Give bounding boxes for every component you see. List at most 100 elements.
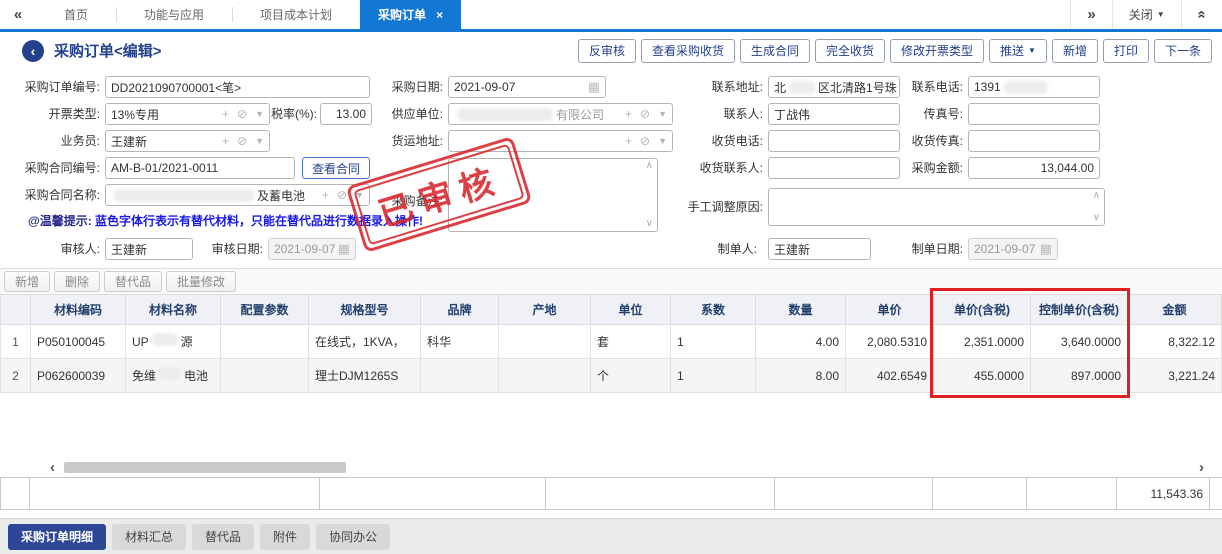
cell-material-name[interactable]: 免维电池 (126, 359, 221, 393)
tab-purchase-order[interactable]: 采购订单 × (360, 0, 461, 29)
cell-control-price-tax[interactable]: 897.0000 (1031, 359, 1128, 393)
expand-right-icon[interactable]: » (1070, 0, 1111, 29)
cell-spec[interactable]: 在线式，1KVA， (309, 325, 421, 359)
add-icon[interactable]: + (625, 134, 632, 148)
cell-unit-price-tax[interactable]: 455.0000 (934, 359, 1031, 393)
full-receipt-button[interactable]: 完全收货 (815, 39, 885, 63)
cell-unit-price-tax[interactable]: 2,351.0000 (934, 325, 1031, 359)
cell-origin[interactable] (499, 325, 591, 359)
receive-fax-field[interactable] (968, 130, 1100, 152)
dropdown-icon[interactable]: ▼ (355, 190, 364, 200)
cell-material-code[interactable]: P050100045 (31, 325, 126, 359)
tab-project-cost-plan[interactable]: 项目成本计划 (232, 0, 360, 29)
cell-quantity[interactable]: 8.00 (756, 359, 846, 393)
clear-icon[interactable]: ⊘ (640, 134, 650, 148)
summary-cell (933, 478, 1027, 509)
table-row[interactable]: 1 P050100045 UP源 在线式，1KVA， 科华 套 1 4.00 2… (1, 325, 1222, 359)
add-button[interactable]: 新增 (1052, 39, 1098, 63)
supplier-combo[interactable]: 有限公司+⊘▼ (448, 103, 673, 125)
close-icon[interactable]: × (436, 8, 443, 22)
remark-textarea[interactable]: ∧∨ (448, 158, 658, 232)
cell-origin[interactable] (499, 359, 591, 393)
spin-up-icon[interactable]: ∧ (646, 161, 653, 171)
maker-field[interactable]: 王建新 (768, 238, 871, 260)
cell-unit[interactable]: 个 (591, 359, 671, 393)
footer-tab-order-detail[interactable]: 采购订单明细 (8, 524, 106, 550)
table-row[interactable]: 2 P062600039 免维电池 理士DJM1265S 个 1 8.00 40… (1, 359, 1222, 393)
cell-quantity[interactable]: 4.00 (756, 325, 846, 359)
dropdown-icon[interactable]: ▼ (255, 136, 264, 146)
cell-material-code[interactable]: P062600039 (31, 359, 126, 393)
calendar-icon[interactable]: ▦ (588, 79, 600, 95)
cell-unit-price[interactable]: 2,080.5310 (846, 325, 934, 359)
clear-icon[interactable]: ⊘ (337, 188, 347, 202)
cell-control-price-tax[interactable]: 3,640.0000 (1031, 325, 1128, 359)
tab-home[interactable]: 首页 (36, 0, 116, 29)
collapse-up-icon[interactable]: « (1181, 0, 1222, 29)
manual-adjust-textarea[interactable]: ∧∨ (768, 188, 1105, 226)
view-purchase-receipt-button[interactable]: 查看采购收货 (641, 39, 735, 63)
order-no-field[interactable]: DD2021090700001<笔> (105, 76, 370, 98)
scrollbar-thumb[interactable] (64, 462, 346, 473)
push-button[interactable]: 推送▼ (989, 39, 1047, 63)
dropdown-icon[interactable]: ▼ (658, 109, 667, 119)
footer-tab-substitute[interactable]: 替代品 (192, 524, 254, 550)
grid-delete-button[interactable]: 删除 (54, 271, 100, 292)
print-button[interactable]: 打印 (1103, 39, 1149, 63)
cell-amount[interactable]: 8,322.12 (1128, 325, 1222, 359)
spin-down-icon[interactable]: ∨ (646, 219, 653, 229)
fax-field[interactable] (968, 103, 1100, 125)
cell-spec[interactable]: 理士DJM1265S (309, 359, 421, 393)
next-record-button[interactable]: 下一条 (1154, 39, 1212, 63)
contract-no-field[interactable]: AM-B-01/2021-0011 (105, 157, 295, 179)
order-no-label: 采购订单编号: (8, 76, 100, 98)
unaudit-button[interactable]: 反审核 (578, 39, 636, 63)
scroll-right-icon[interactable]: › (1199, 460, 1204, 475)
back-button[interactable]: ‹ (22, 40, 44, 62)
audit-date-field[interactable]: 2021-09-07▦ (268, 238, 356, 260)
row-number-cell[interactable]: 1 (1, 325, 31, 359)
cell-unit[interactable]: 套 (591, 325, 671, 359)
footer-tab-attachment[interactable]: 附件 (260, 524, 310, 550)
add-icon[interactable]: + (322, 188, 329, 202)
row-number-cell[interactable]: 2 (1, 359, 31, 393)
dropdown-icon[interactable]: ▼ (658, 136, 667, 146)
spin-up-icon[interactable]: ∧ (1093, 191, 1100, 201)
modify-invoice-type-button[interactable]: 修改开票类型 (890, 39, 984, 63)
order-date-field[interactable]: 2021-09-07▦ (448, 76, 606, 98)
cell-material-name[interactable]: UP源 (126, 325, 221, 359)
footer-tab-material-summary[interactable]: 材料汇总 (112, 524, 186, 550)
contact-phone-field[interactable]: 1391 (968, 76, 1100, 98)
purchase-amount-field[interactable]: 13,044.00 (968, 157, 1100, 179)
grid-substitute-button[interactable]: 替代品 (104, 271, 162, 292)
collapse-left-icon[interactable]: « (0, 0, 36, 29)
auditor-field[interactable]: 王建新 (105, 238, 193, 260)
add-icon[interactable]: + (222, 107, 229, 121)
cell-coefficient[interactable]: 1 (671, 325, 756, 359)
scroll-left-icon[interactable]: ‹ (50, 460, 55, 475)
close-menu-button[interactable]: 关闭 ▼ (1112, 0, 1181, 29)
add-icon[interactable]: + (222, 134, 229, 148)
contract-name-combo[interactable]: 及蓄电池+⊘▼ (105, 184, 370, 206)
cell-coefficient[interactable]: 1 (671, 359, 756, 393)
cell-brand[interactable]: 科华 (421, 325, 499, 359)
cell-brand[interactable] (421, 359, 499, 393)
table-header-row: 材料编码 材料名称 配置参数 规格型号 品牌 产地 单位 系数 数量 单价 单价… (1, 295, 1222, 325)
salesman-combo[interactable]: 王建新+⊘▼ (105, 130, 270, 152)
clear-icon[interactable]: ⊘ (640, 107, 650, 121)
add-icon[interactable]: + (625, 107, 632, 121)
footer-tab-collaboration[interactable]: 协同办公 (316, 524, 390, 550)
grid-add-button[interactable]: 新增 (4, 271, 50, 292)
generate-contract-button[interactable]: 生成合同 (740, 39, 810, 63)
cell-config[interactable] (221, 359, 309, 393)
cell-unit-price[interactable]: 402.6549 (846, 359, 934, 393)
tab-functions[interactable]: 功能与应用 (116, 0, 232, 29)
view-contract-button[interactable]: 查看合同 (302, 157, 370, 179)
cell-config[interactable] (221, 325, 309, 359)
clear-icon[interactable]: ⊘ (237, 134, 247, 148)
shipping-address-combo[interactable]: + ⊘ ▼ (448, 130, 673, 152)
spin-down-icon[interactable]: ∨ (1093, 213, 1100, 223)
cell-amount[interactable]: 3,221.24 (1128, 359, 1222, 393)
make-date-field[interactable]: 2021-09-07▦ (968, 238, 1058, 260)
grid-batch-modify-button[interactable]: 批量修改 (166, 271, 236, 292)
